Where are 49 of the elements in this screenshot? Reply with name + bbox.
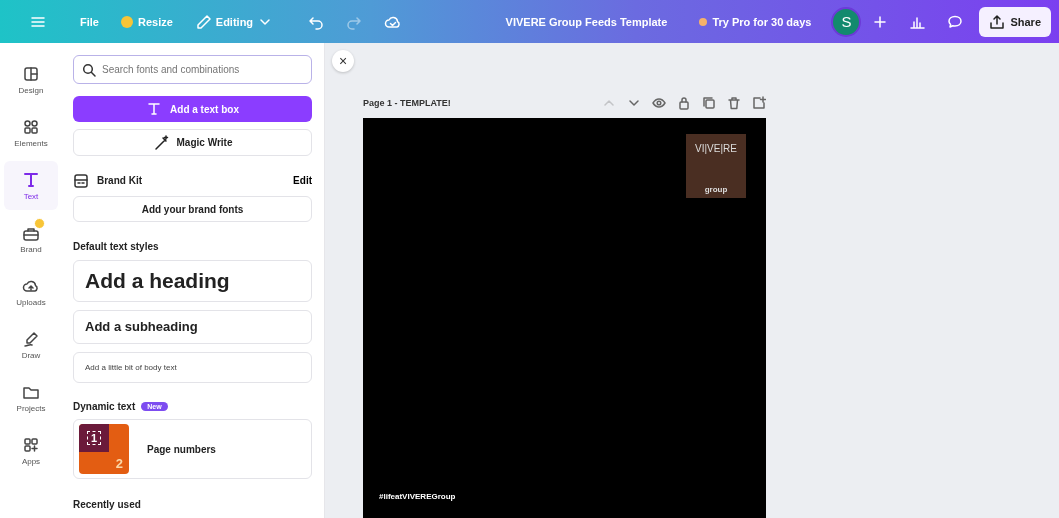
card-label: Page numbers — [147, 443, 216, 455]
page-numbers-card[interactable]: 1 2 Page numbers — [73, 419, 312, 479]
sidebar-tab[interactable]: Uploads — [4, 267, 58, 316]
text-icon — [22, 170, 40, 189]
subheading-style-card[interactable]: Add a subheading — [73, 310, 312, 344]
section-title: Default text styles — [73, 241, 160, 253]
lock-icon — [677, 96, 691, 110]
sidebar-tab[interactable]: Draw — [4, 320, 58, 369]
user-avatar[interactable]: S — [831, 6, 862, 37]
search-icon — [82, 63, 96, 77]
logo-text: VI|VE|RE — [695, 143, 737, 154]
trash-icon — [727, 96, 741, 110]
add-brand-fonts-button[interactable]: Add your brand fonts — [73, 195, 312, 223]
add-page-icon — [752, 96, 766, 110]
sidebar-tab[interactable]: Elements — [4, 108, 58, 157]
upload-icon — [989, 13, 1006, 30]
add-text-box-button[interactable]: Add a text box — [73, 96, 312, 123]
pen-icon — [22, 329, 40, 348]
copy-icon — [702, 96, 716, 110]
sidebar-tab[interactable]: Brand — [4, 214, 58, 263]
magic-wand-icon — [152, 134, 169, 151]
page-title: Page 1 - TEMPLATE! — [363, 98, 451, 108]
layout-icon — [22, 64, 40, 83]
edit-link[interactable]: Edit — [293, 175, 312, 187]
sidebar-tab[interactable]: Apps — [4, 426, 58, 475]
plus-icon — [873, 14, 888, 29]
comment-icon — [947, 13, 964, 30]
eye-icon — [652, 96, 666, 110]
logo-subtext: group — [704, 185, 728, 194]
body-style-card[interactable]: Add a little bit of body text — [73, 351, 312, 384]
section-title: Brand Kit — [97, 175, 142, 187]
brand-kit-icon — [73, 172, 89, 189]
sidebar-tab[interactable]: Design — [4, 55, 58, 104]
shapes-icon — [22, 117, 40, 136]
document-title[interactable]: VIVERE Group Feeds Template — [505, 15, 668, 28]
try-pro-button[interactable]: Try Pro for 30 days — [693, 11, 818, 32]
sidebar-tab[interactable]: Projects — [4, 373, 58, 422]
share-button[interactable]: Share — [979, 6, 1051, 37]
section-title: Recently used — [73, 499, 142, 510]
pencil-icon — [194, 13, 211, 30]
magic-write-button[interactable]: Magic Write — [73, 129, 312, 156]
apps-icon — [22, 435, 40, 454]
search-field[interactable]: Search fonts and combinations — [73, 55, 312, 84]
page-numbers-thumbnail: 1 2 — [79, 424, 129, 475]
heading-style-card[interactable]: Add a heading — [73, 260, 312, 303]
section-title: Dynamic text — [73, 401, 136, 413]
sidebar-tab[interactable]: Text — [4, 161, 58, 210]
text-icon — [146, 101, 163, 118]
hashtag-text: #lifeatVIVEREGroup — [379, 492, 456, 501]
